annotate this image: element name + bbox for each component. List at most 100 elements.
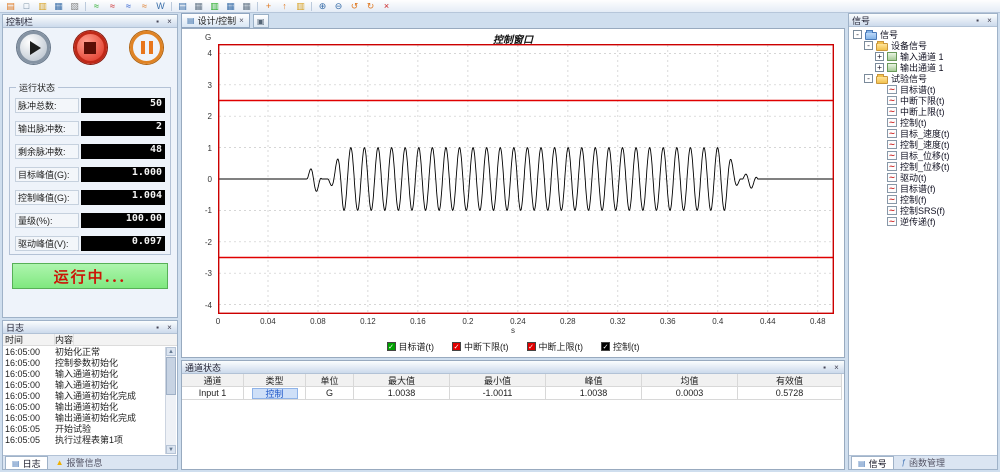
tab-报警信息[interactable]: ▲报警信息 <box>50 456 109 469</box>
log-row[interactable]: 16:05:05执行过程表第1项 <box>3 435 165 446</box>
log-row[interactable]: 16:05:00初始化正常 <box>3 347 165 358</box>
archive-icon[interactable]: ▥ <box>293 1 308 12</box>
pin-icon[interactable]: ▪ <box>973 15 982 26</box>
column-header[interactable]: 均值 <box>642 374 738 387</box>
log-row[interactable]: 16:05:00输出通道初始化完成 <box>3 413 165 424</box>
tab-label: 函数管理 <box>909 456 945 469</box>
legend-item[interactable]: ✓控制(t) <box>601 340 640 353</box>
log-row[interactable]: 16:05:05开始试验 <box>3 424 165 435</box>
signal-wave-icon: ~ <box>887 162 897 171</box>
log-scrollbar[interactable]: ▲ ▼ <box>165 347 176 454</box>
new-test-icon[interactable]: □ <box>19 1 34 12</box>
layout-four-icon[interactable]: ▦ <box>239 1 254 12</box>
tab-日志[interactable]: ▤日志 <box>5 456 48 469</box>
column-header[interactable]: 有效值 <box>738 374 842 387</box>
x-tick-label: 0.36 <box>648 317 688 326</box>
abort-icon[interactable]: × <box>379 1 394 12</box>
close-icon[interactable]: × <box>165 322 174 333</box>
table-view-icon[interactable]: ▦ <box>191 1 206 12</box>
legend-item[interactable]: ✓中断上限(t) <box>527 340 584 353</box>
status-field-row: 剩余脉冲数:48 <box>15 144 165 159</box>
import-icon[interactable]: ▧ <box>67 1 82 12</box>
report-icon[interactable]: ▤ <box>175 1 190 12</box>
legend-checkbox-icon[interactable]: ✓ <box>387 342 396 351</box>
sweep-wave-icon[interactable]: ≈ <box>137 1 152 12</box>
log-row[interactable]: 16:05:00输出通道初始化 <box>3 402 165 413</box>
log-row[interactable]: 16:05:00控制参数初始化 <box>3 358 165 369</box>
control-panel: 控制栏 ▪ × 运行状态 脉冲总数:50输出脉冲数:2剩余脉冲数:48目标峰值(… <box>2 14 178 318</box>
channel-table-row: Input 1控制G1.0038-1.00111.00380.00030.572… <box>182 387 844 400</box>
start-button[interactable] <box>17 31 50 64</box>
log-column-header[interactable]: 内容 <box>55 334 74 345</box>
tab-信号[interactable]: ▤信号 <box>851 456 894 469</box>
status-field-label: 剩余脉冲数: <box>15 144 79 159</box>
log-column-header[interactable]: 时间 <box>5 334 55 345</box>
project-icon[interactable]: ▤ <box>3 1 18 12</box>
log-table-body: 16:05:00初始化正常16:05:00控制参数初始化16:05:00输入通道… <box>3 347 165 454</box>
add-window-icon[interactable]: + <box>261 1 276 12</box>
pin-icon[interactable]: ▪ <box>820 362 829 373</box>
legend-item[interactable]: ✓目标谱(t) <box>387 340 435 353</box>
doc-tab-design-control[interactable]: ▤ 设计/控制 × <box>181 13 250 28</box>
pin-icon[interactable]: ▪ <box>153 16 162 27</box>
signal-tabsbar: ▤信号ƒ函数管理 <box>849 455 997 469</box>
signal-panel-header: 信号 ▪ × <box>849 14 997 27</box>
signal-wave-icon: ~ <box>887 173 897 182</box>
column-header[interactable]: 最小值 <box>450 374 546 387</box>
window-icon[interactable]: W <box>153 1 168 12</box>
legend-item[interactable]: ✓中断下限(t) <box>452 340 509 353</box>
close-tab-icon[interactable]: × <box>239 16 244 25</box>
legend-checkbox-icon[interactable]: ✓ <box>527 342 536 351</box>
zoom-out-icon[interactable]: ⊖ <box>331 1 346 12</box>
open-folder-icon[interactable]: ▥ <box>35 1 50 12</box>
log-row[interactable]: 16:05:00输入通道初始化 <box>3 369 165 380</box>
pause-button[interactable] <box>130 31 163 64</box>
save-icon[interactable]: ▦ <box>51 1 66 12</box>
close-icon[interactable]: × <box>165 16 174 27</box>
signal-wave-icon: ~ <box>887 206 897 215</box>
sine-wave-icon[interactable]: ≈ <box>89 1 104 12</box>
control-waveform-plot[interactable] <box>218 44 834 314</box>
scroll-thumb[interactable] <box>166 357 176 395</box>
collapse-icon[interactable]: - <box>864 74 873 83</box>
tree-item[interactable]: 逆传递(f) <box>900 215 936 228</box>
close-icon[interactable]: × <box>832 362 841 373</box>
column-header[interactable]: 通道 <box>182 374 244 387</box>
column-header[interactable]: 类型 <box>244 374 306 387</box>
control-window-panel: 控制窗口 G 43210-1-2-3-4 00.040.080.120.160.… <box>181 28 845 358</box>
column-header[interactable]: 峰值 <box>546 374 642 387</box>
column-header[interactable]: 最大值 <box>354 374 450 387</box>
chart-view-icon[interactable]: ▥ <box>207 1 222 12</box>
signals-folder-icon <box>865 32 877 40</box>
cell: -1.0011 <box>450 387 546 400</box>
functions-icon: ƒ <box>902 456 906 469</box>
random-wave-icon[interactable]: ≈ <box>105 1 120 12</box>
expand-icon[interactable]: + <box>875 63 884 72</box>
redo-icon[interactable]: ↻ <box>363 1 378 12</box>
y-tick-label: -1 <box>184 206 212 215</box>
channel-type-chip[interactable]: 控制 <box>252 388 298 399</box>
stop-button[interactable] <box>74 31 107 64</box>
shock-wave-icon[interactable]: ≈ <box>121 1 136 12</box>
pin-icon[interactable]: ▪ <box>153 322 162 333</box>
log-row[interactable]: 16:05:00输入通道初始化完成 <box>3 391 165 402</box>
legend-checkbox-icon[interactable]: ✓ <box>601 342 610 351</box>
expand-icon[interactable]: + <box>875 52 884 61</box>
collapse-icon[interactable]: - <box>864 41 873 50</box>
undo-icon[interactable]: ↺ <box>347 1 362 12</box>
tab-函数管理[interactable]: ƒ函数管理 <box>896 456 951 469</box>
export-icon[interactable]: ↑ <box>277 1 292 12</box>
layout-two-icon[interactable]: ▦ <box>223 1 238 12</box>
scroll-up-icon[interactable]: ▲ <box>166 347 176 356</box>
document-icon: ▤ <box>187 16 195 25</box>
close-icon[interactable]: × <box>985 15 994 26</box>
log-time: 16:05:00 <box>5 413 55 424</box>
log-row[interactable]: 16:05:00输入通道初始化 <box>3 380 165 391</box>
zoom-in-icon[interactable]: ⊕ <box>315 1 330 12</box>
legend-checkbox-icon[interactable]: ✓ <box>452 342 461 351</box>
snapshot-button[interactable]: ▣ <box>253 14 269 28</box>
status-field-value: 0.097 <box>81 236 165 251</box>
collapse-icon[interactable]: - <box>853 30 862 39</box>
column-header[interactable]: 单位 <box>306 374 354 387</box>
scroll-down-icon[interactable]: ▼ <box>166 445 176 454</box>
